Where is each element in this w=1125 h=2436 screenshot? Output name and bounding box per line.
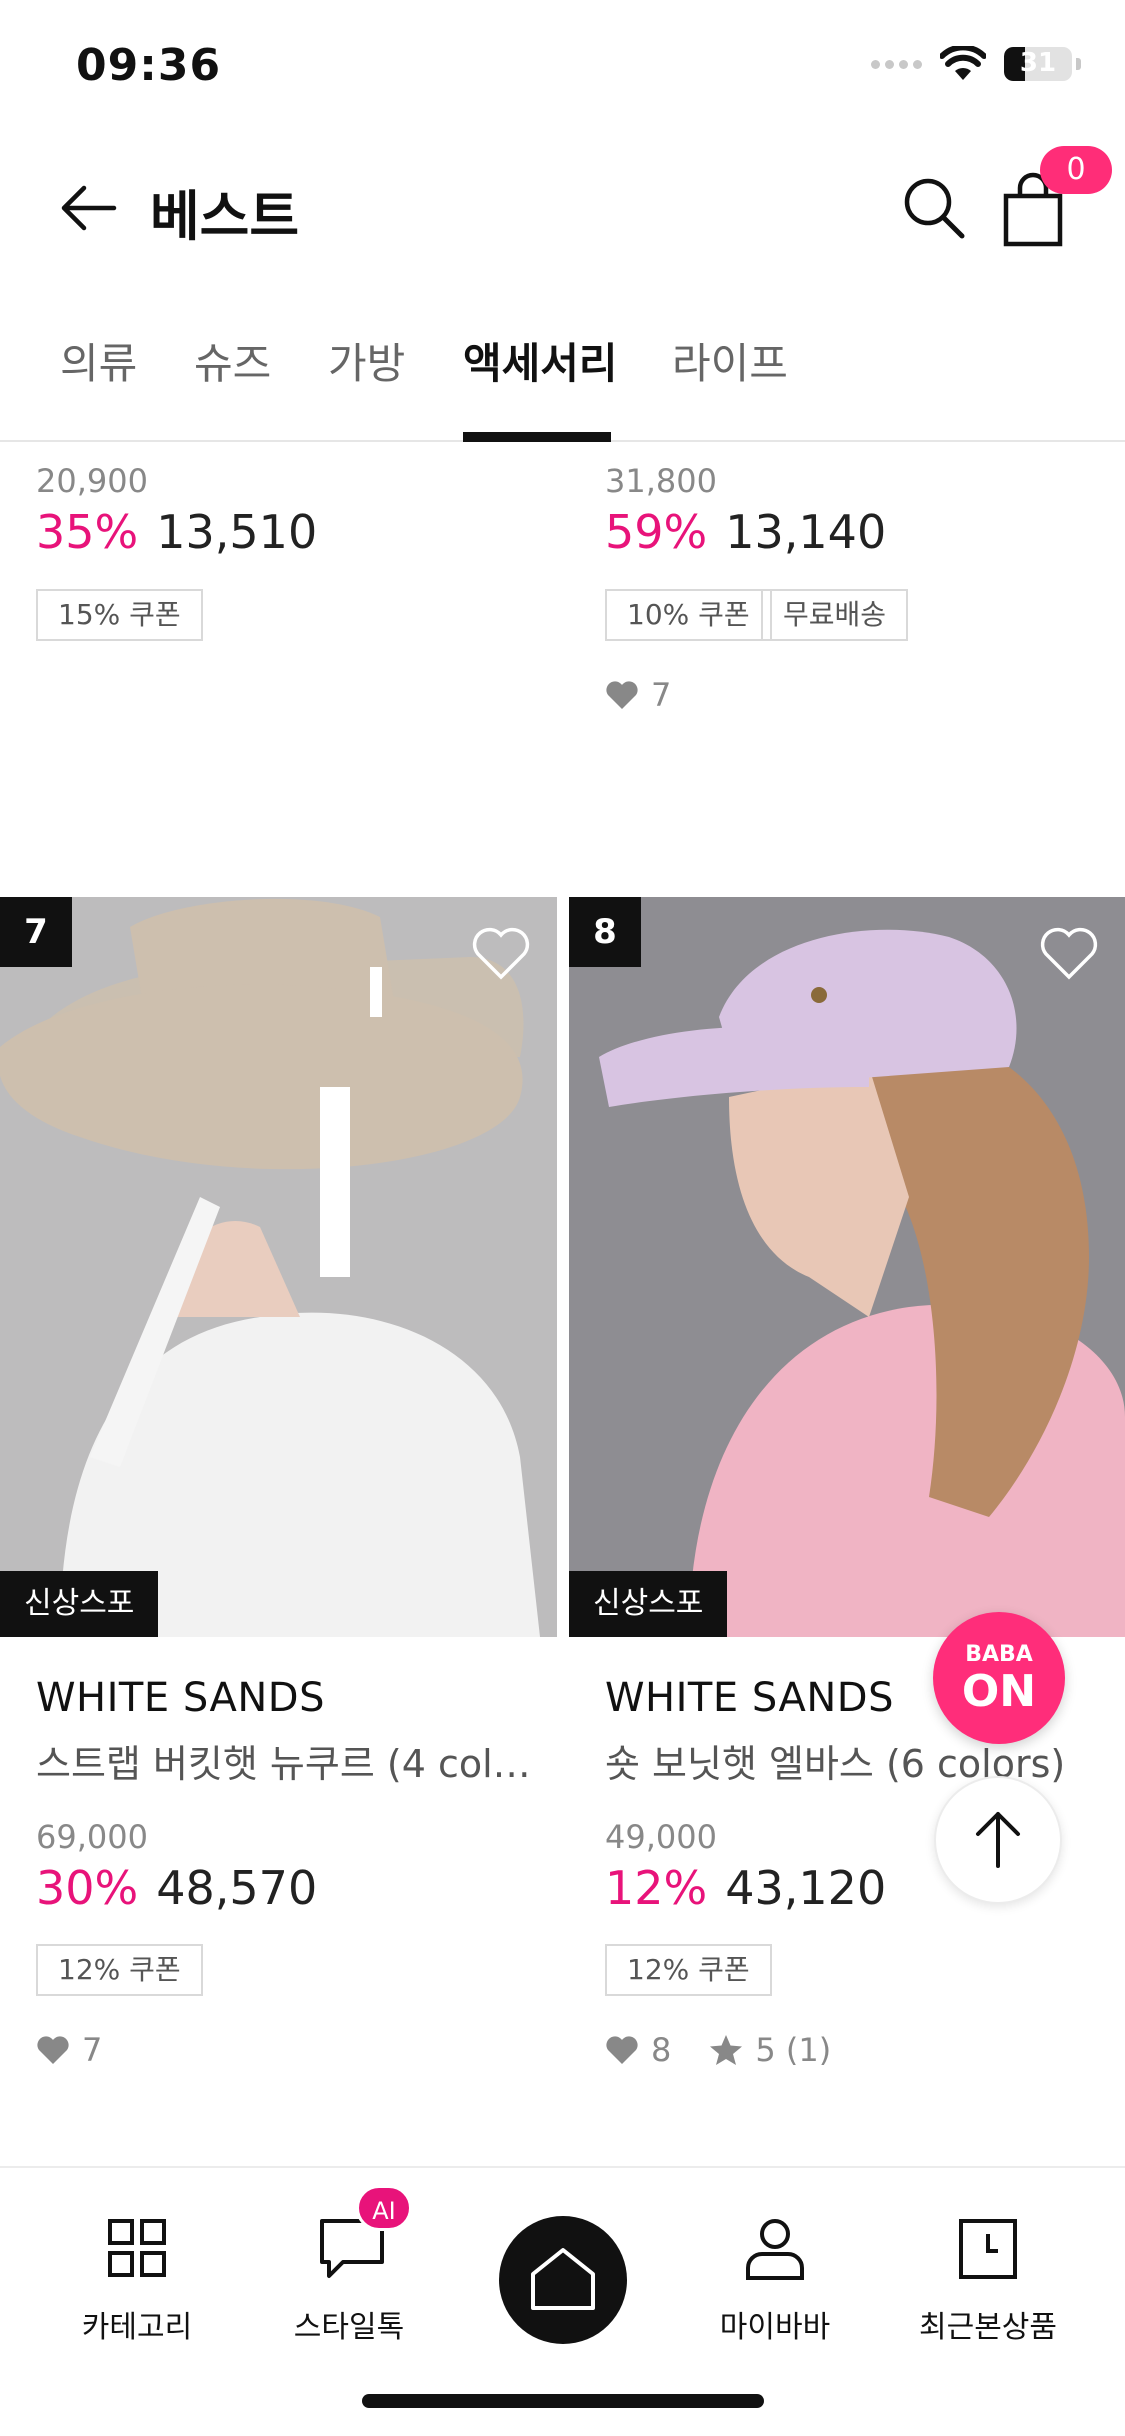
battery-level: 31 (1019, 48, 1057, 78)
bucket-hat-model-photo (0, 897, 557, 1637)
star-icon (710, 2035, 743, 2065)
product-image[interactable]: 7 신상스포 (0, 897, 557, 1637)
app-header: 베스트 0 (0, 140, 1125, 270)
baba-on-button[interactable]: BABA ON (933, 1612, 1065, 1744)
heart-icon (37, 2036, 69, 2064)
discount-rate: 59% (605, 505, 708, 559)
nav-recently-viewed[interactable]: 최근본상품 (898, 2198, 1078, 2348)
sale-price: 43,120 (725, 1861, 887, 1915)
grid-icon (108, 2219, 166, 2277)
like-count: 7 (82, 2031, 103, 2069)
heart-icon (606, 681, 638, 709)
category-tabs: 의류 슈즈 가방 액세서리 라이프 (0, 312, 1125, 442)
nav-label: 카테고리 (81, 2310, 193, 2345)
original-price: 20,900 (36, 462, 148, 500)
status-indicators: 31 (871, 46, 1081, 82)
heart-icon (606, 2036, 638, 2064)
tab-bags[interactable]: 가방 (328, 330, 405, 391)
wishlist-heart-icon[interactable] (471, 925, 531, 981)
original-price: 31,800 (605, 462, 717, 500)
discount-rate: 30% (36, 1861, 139, 1915)
status-time: 09:36 (76, 40, 222, 91)
product-image[interactable]: 8 신상스포 (569, 897, 1125, 1637)
coupon-chip: 15% 쿠폰 (36, 589, 203, 641)
tab-accessories[interactable]: 액세서리 (463, 330, 618, 391)
like-count-row: 7 (605, 676, 671, 714)
like-count: 8 (651, 2031, 672, 2069)
sale-price-row: 59% 13,140 (605, 505, 886, 559)
baba-on-line1: BABA (965, 1642, 1033, 1667)
rank-badge: 7 (0, 897, 72, 967)
scroll-to-top-button[interactable] (934, 1776, 1062, 1904)
sale-price: 48,570 (156, 1861, 318, 1915)
sale-price-row: 12% 43,120 (605, 1861, 886, 1915)
nav-my-baba[interactable]: 마이바바 (685, 2198, 865, 2348)
ai-badge: AI (356, 2185, 412, 2231)
battery-nub (1076, 58, 1081, 70)
sale-price-row: 35% 13,510 (36, 505, 317, 559)
baba-on-line2: ON (961, 1666, 1037, 1717)
wifi-icon (940, 46, 986, 80)
new-arrival-badge: 신상스포 (0, 1571, 159, 1637)
brand-name: WHITE SANDS (605, 1675, 894, 1721)
active-tab-indicator (463, 432, 611, 442)
recent-clock-icon (959, 2219, 1017, 2279)
cellular-signal-icon (871, 59, 922, 69)
free-shipping-chip: 무료배송 (761, 589, 909, 641)
rating: 5 (1) (755, 2031, 832, 2069)
sale-price: 13,510 (156, 505, 318, 559)
tab-clothing[interactable]: 의류 (60, 330, 137, 391)
original-price: 49,000 (605, 1818, 717, 1856)
coupon-chip: 12% 쿠폰 (605, 1944, 772, 1996)
tab-shoes[interactable]: 슈즈 (194, 330, 271, 391)
nav-label: 마이바바 (719, 2310, 831, 2345)
like-count: 7 (651, 676, 672, 714)
coupon-chip: 10% 쿠폰 (605, 589, 772, 641)
new-arrival-badge: 신상스포 (569, 1571, 728, 1637)
home-icon (531, 2248, 595, 2310)
rank-badge: 8 (569, 897, 641, 967)
nav-home[interactable] (499, 2216, 627, 2344)
arrow-up-icon (976, 1812, 1020, 1868)
cap-model-photo (569, 897, 1125, 1637)
back-arrow-icon[interactable] (58, 178, 118, 238)
brand-name: WHITE SANDS (36, 1675, 325, 1721)
like-count-row: 8 5 (1) (605, 2031, 831, 2069)
sale-price: 13,140 (725, 505, 887, 559)
nav-label: 스타일톡 (293, 2310, 405, 2345)
original-price: 69,000 (36, 1818, 148, 1856)
sale-price-row: 30% 48,570 (36, 1861, 317, 1915)
wishlist-heart-icon[interactable] (1039, 925, 1099, 981)
page-title: 베스트 (150, 185, 300, 248)
battery-icon: 31 (1004, 47, 1072, 81)
discount-rate: 12% (605, 1861, 708, 1915)
person-icon (746, 2219, 804, 2280)
coupon-chip: 12% 쿠폰 (36, 1944, 203, 1996)
like-count-row: 7 (36, 2031, 102, 2069)
discount-rate: 35% (36, 505, 139, 559)
cart-count-badge: 0 (1040, 146, 1112, 194)
product-name: 스트랩 버킷햇 뉴쿠르 (4 color... (36, 1742, 546, 1786)
nav-category[interactable]: 카테고리 (47, 2198, 227, 2348)
nav-label: 최근본상품 (919, 2310, 1057, 2345)
search-icon[interactable] (898, 172, 968, 242)
home-indicator (362, 2394, 764, 2408)
nav-style-talk[interactable]: 스타일톡 (259, 2198, 439, 2348)
tab-life[interactable]: 라이프 (672, 330, 788, 391)
